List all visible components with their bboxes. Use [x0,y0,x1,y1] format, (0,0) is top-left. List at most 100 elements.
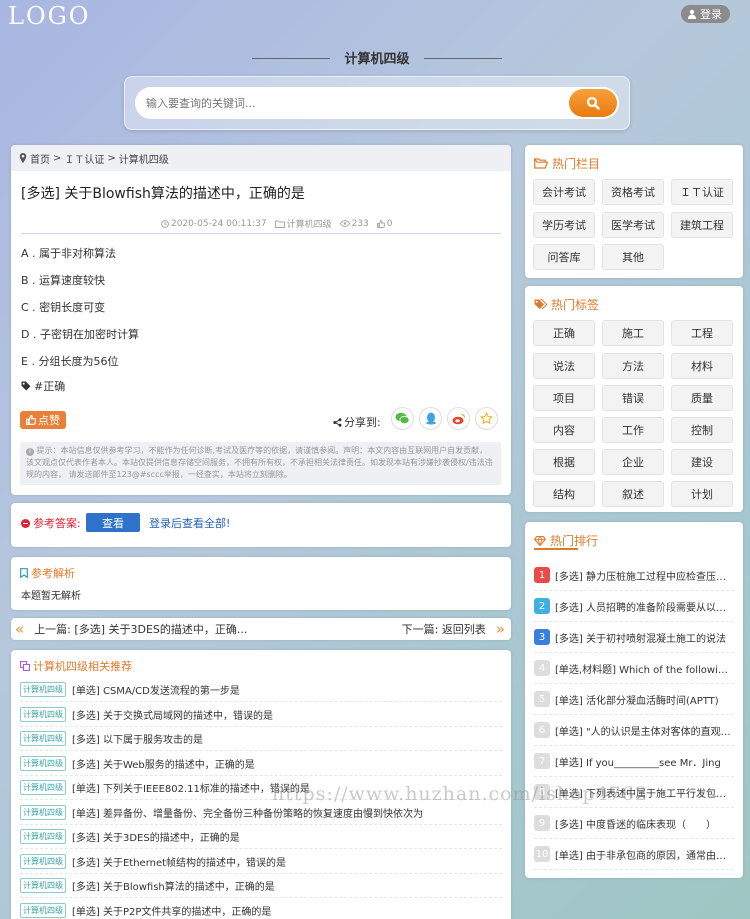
list-item-text: [多选] 关于Blowfish算法的描述中，正确的是 [72,882,275,893]
date-text: 2020-05-24 00:11:37 [171,218,267,229]
login-button[interactable]: 登录 [681,5,730,23]
view-answer-button[interactable]: 查看 [86,513,140,532]
tag-chip[interactable]: 工作 [602,417,664,443]
list-item-text: [单选] CSMA/CD发送流程的第一步是 [72,686,240,697]
rank-text: [多选] 关于初衬喷射混凝土施工的说法 [555,633,726,645]
rank-item[interactable]: 2 [多选] 人员招聘的准备阶段需要从以下方面入手 [534,591,734,622]
search-input[interactable] [135,87,619,119]
list-item[interactable]: 计算机四级 [单选] 差异备份、增量备份、完全备份三种备份策略的恢复速度由慢到快依… [20,801,502,825]
meta-date: 2020-05-24 00:11:37 [161,217,267,230]
tag-chip[interactable]: 项目 [533,385,595,411]
column-chip[interactable]: 会计考试 [533,179,595,205]
list-item[interactable]: 计算机四级 [单选] 下列关于IEEE802.11标准的描述中，错误的是 [20,776,502,800]
meta-category[interactable]: 计算机四级 [274,217,332,230]
column-chip[interactable]: 学历考试 [533,212,595,238]
column-chip[interactable]: 其他 [602,244,664,270]
meta-views: 233 [339,217,369,230]
tag-chip[interactable]: 控制 [671,417,733,443]
like-button[interactable]: 点赞 [20,411,66,429]
list-item[interactable]: 计算机四级 [单选] CSMA/CD发送流程的第一步是 [20,678,502,702]
tag-chip[interactable]: 企业 [602,449,664,475]
top-bar: LOGO 登录 [0,0,750,30]
list-item-text: [单选] 下列关于IEEE802.11标准的描述中，错误的是 [72,784,310,795]
column-chip[interactable]: 建筑工程 [671,212,733,238]
column-chip[interactable]: 问答库 [533,244,595,270]
tag-chip[interactable]: 结构 [533,481,595,507]
rank-item[interactable]: 7 [单选] If you_________see Mr．Jing [534,746,734,777]
breadcrumb-category[interactable]: ＩＴ认证 [64,151,104,166]
share-text: 分享到: [344,416,381,429]
column-chip[interactable]: 资格考试 [602,179,664,205]
tag-chip[interactable]: 内容 [533,417,595,443]
tag-chip[interactable]: 说法 [533,353,595,379]
list-item[interactable]: 计算机四级 [多选] 关于3DES的描述中，正确的是 [20,825,502,849]
share-wechat-button[interactable] [391,407,414,430]
share-favorite-button[interactable] [475,407,498,430]
rank-item[interactable]: 3 [多选] 关于初衬喷射混凝土施工的说法 [534,622,734,653]
double-left-arrow-icon: « [15,620,25,638]
tag-chip[interactable]: 错误 [602,385,664,411]
title-divider [21,233,501,234]
tag-chip[interactable]: 叙述 [602,481,664,507]
hot-rank-card: 热门排行 1 [多选] 静力压桩施工过程中应检查压力、桩垂直度 2 [多选] 人员招… [525,522,743,878]
category-badge: 计算机四级 [20,829,66,844]
star-icon [480,412,493,425]
category-badge: 计算机四级 [20,780,66,795]
search-button[interactable] [569,89,617,117]
next-article-link[interactable]: 下一篇: 返回列表 » [402,618,505,640]
category-badge: 计算机四级 [20,805,66,820]
rank-item[interactable]: 1 [多选] 静力压桩施工过程中应检查压力、桩垂直度 [534,560,734,591]
thumbs-up-icon [376,219,385,228]
tag-chip[interactable]: 建设 [671,449,733,475]
breadcrumb-current[interactable]: 计算机四级 [119,151,169,166]
site-logo[interactable]: LOGO [8,2,90,30]
rank-number: 2 [534,598,550,614]
rank-text: [单选] If you_________see Mr．Jing [555,757,721,769]
answer-label-text: 参考答案: [33,517,81,530]
rank-item[interactable]: 5 [单选] 活化部分凝血活酶时间(APTT) [534,684,734,715]
rank-item[interactable]: 4 [单选,材料题] Which of the following is [534,653,734,684]
question-card: 首页 > ＩＴ认证 > 计算机四级 [多选] 关于Blowfish算法的描述中，… [11,145,511,495]
rank-text: [单选] 下列表述中属于施工平行发包模式 [555,788,734,800]
list-item[interactable]: 计算机四级 [多选] 关于交换式局域网的描述中，错误的是 [20,703,502,727]
eye-icon [339,220,350,227]
rank-item[interactable]: 10 [单选] 由于非承包商的原因，通常由发包人 [534,839,734,870]
share-qq-button[interactable] [419,407,442,430]
minus-circle-icon [21,518,30,528]
tag-chip[interactable]: 工程 [671,320,733,346]
rank-item[interactable]: 9 [多选] 中度昏迷的临床表现（ ） [534,808,734,839]
tag-chip[interactable]: 正确 [533,320,595,346]
question-tag[interactable]: #正确 [21,378,65,394]
tag-chip[interactable]: 根据 [533,449,595,475]
list-item[interactable]: 计算机四级 [多选] 以下属于服务攻击的是 [20,727,502,751]
share-weibo-button[interactable] [447,407,470,430]
column-chip[interactable]: ＩＴ认证 [671,179,733,205]
tag-chip[interactable]: 方法 [602,353,664,379]
rank-text: [多选] 静力压桩施工过程中应检查压力、桩垂直度 [555,571,734,583]
user-icon [688,9,696,19]
meta-likes: 0 [376,217,393,230]
rank-text: [多选] 中度昏迷的临床表现（ ） [555,819,716,831]
breadcrumb-home[interactable]: 首页 [30,151,50,166]
question-meta: 2020-05-24 00:11:37 计算机四级 233 0 [161,217,393,230]
column-chip[interactable]: 医学考试 [602,212,664,238]
list-item[interactable]: 计算机四级 [多选] 关于Web服务的描述中，正确的是 [20,752,502,776]
list-item[interactable]: 计算机四级 [多选] 关于Ethernet帧结构的描述中，错误的是 [20,850,502,874]
tag-chip[interactable]: 质量 [671,385,733,411]
recommend-title-text: 计算机四级相关推荐 [33,660,132,673]
rank-item[interactable]: 6 [单选] "人的认识是主体对客体的直观反映" [534,715,734,746]
tag-chip[interactable]: 施工 [602,320,664,346]
category-badge: 计算机四级 [20,756,66,771]
rank-number: 6 [534,722,550,738]
tag-chip[interactable]: 材料 [671,353,733,379]
tag-text: #正确 [34,380,66,393]
list-item[interactable]: 计算机四级 [多选] 关于Blowfish算法的描述中，正确的是 [20,874,502,898]
tag-chip[interactable]: 计划 [671,481,733,507]
rank-number: 5 [534,691,550,707]
next-title: 返回列表 [441,623,486,636]
rank-item[interactable]: 8 [单选] 下列表述中属于施工平行发包模式 [534,777,734,808]
list-item[interactable]: 计算机四级 [单选] 关于P2P文件共享的描述中，正确的是 [20,899,502,919]
question-title: [多选] 关于Blowfish算法的描述中，正确的是 [21,186,305,202]
prev-article-link[interactable]: « 上一篇: [多选] 关于3DES的描述中，正确... [15,618,247,640]
login-view-all-link[interactable]: 登录后查看全部! [149,515,230,531]
